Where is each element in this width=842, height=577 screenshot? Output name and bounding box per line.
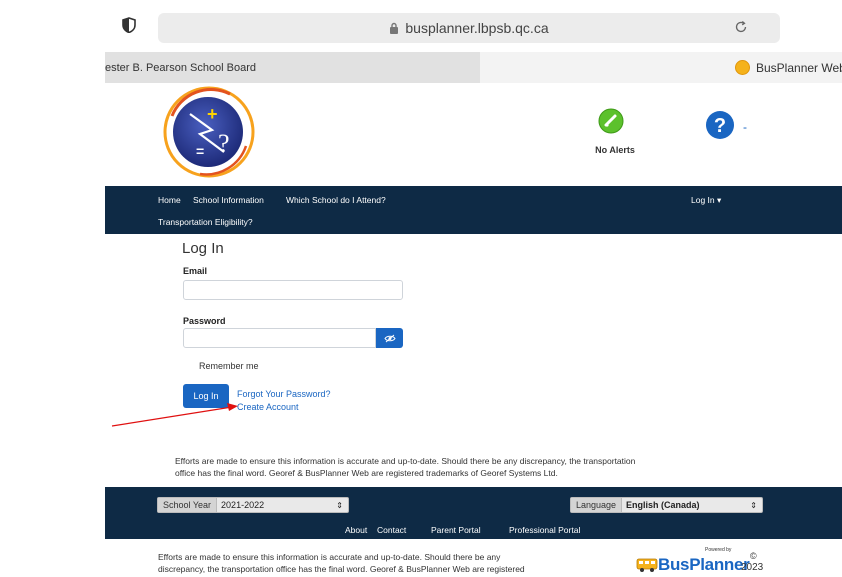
main-nav: Home School Information Which School do … <box>105 186 842 234</box>
bottom-disclaimer-line-1: Efforts are made to ensure this informat… <box>158 552 501 562</box>
tab-busplanner-label: BusPlanner Web <box>756 60 842 75</box>
nav-login-menu[interactable]: Log In ▾ <box>691 195 721 206</box>
help-dropdown[interactable]: - <box>743 120 747 134</box>
url-display[interactable]: busplanner.lbpsb.qc.ca <box>158 13 780 43</box>
password-label: Password <box>183 316 226 326</box>
email-input[interactable] <box>183 280 403 300</box>
tab-lbpsb-label: ester B. Pearson School Board <box>105 61 257 74</box>
school-bus-icon <box>636 558 658 572</box>
shield-icon[interactable] <box>122 17 136 33</box>
copyright-symbol: © <box>750 551 757 561</box>
school-year-label: School Year <box>158 498 218 512</box>
disclaimer-line-2: office has the final word. Georef & BusP… <box>175 468 558 478</box>
svg-text:?: ? <box>218 129 230 158</box>
disclaimer-text: Efforts are made to ensure this informat… <box>175 455 765 479</box>
select-arrows-icon: ⇕ <box>336 500 343 510</box>
lock-icon <box>390 22 399 34</box>
disclaimer-line-1: Efforts are made to ensure this informat… <box>175 456 636 466</box>
svg-text:+: + <box>207 104 218 124</box>
select-arrows-icon: ⇕ <box>750 500 757 510</box>
nav-school-information[interactable]: School Information <box>193 195 264 205</box>
bottom-disclaimer: Efforts are made to ensure this informat… <box>158 551 598 575</box>
tab-busplanner[interactable]: BusPlanner Web <box>735 52 842 83</box>
toggle-password-button[interactable] <box>376 328 403 348</box>
footer-link-parent-portal[interactable]: Parent Portal <box>431 525 481 535</box>
check-icon[interactable] <box>598 108 624 134</box>
page-title: Log In <box>182 240 224 257</box>
alert-status: No Alerts <box>595 145 635 155</box>
reload-icon[interactable] <box>734 20 748 34</box>
busplanner-logo[interactable]: BusPlanner <box>636 555 750 575</box>
annotation-arrow-icon <box>111 403 238 427</box>
eye-slash-icon <box>383 334 396 342</box>
remember-me-checkbox[interactable]: Remember me <box>199 361 259 371</box>
email-label: Email <box>183 266 208 276</box>
school-year-select[interactable]: School Year 2021-2022 ⇕ <box>157 497 349 513</box>
help-icon[interactable]: ? <box>705 110 735 140</box>
url-text: busplanner.lbpsb.qc.ca <box>405 20 549 36</box>
nav-home[interactable]: Home <box>158 195 181 205</box>
nav-transportation-eligibility[interactable]: Transportation Eligibility? <box>158 217 253 227</box>
busplanner-brand: BusPlanner <box>658 555 750 574</box>
tab-lbpsb[interactable]: ester B. Pearson School Board <box>105 52 480 83</box>
powered-by-label: Powered by <box>705 547 732 553</box>
school-year-value: 2021-2022 <box>221 500 265 510</box>
password-input[interactable] <box>183 328 376 348</box>
copyright-year: 2023 <box>741 562 764 573</box>
footer-link-contact[interactable]: Contact <box>377 525 406 535</box>
language-value: English (Canada) <box>626 500 700 510</box>
school-board-logo[interactable]: + = ? <box>160 86 258 178</box>
language-select[interactable]: Language English (Canada) ⇕ <box>570 497 763 513</box>
footer-link-about[interactable]: About <box>345 525 367 535</box>
remember-me-label: Remember me <box>199 361 259 371</box>
busplanner-favicon-icon <box>735 60 750 75</box>
svg-text:?: ? <box>714 115 726 137</box>
footer-link-professional-portal[interactable]: Professional Portal <box>509 525 580 535</box>
bottom-disclaimer-line-2: discrepancy, the transportation office h… <box>158 564 525 574</box>
language-label: Language <box>571 498 623 512</box>
address-bar[interactable]: busplanner.lbpsb.qc.ca <box>158 13 780 43</box>
forgot-password-link[interactable]: Forgot Your Password? <box>237 389 331 399</box>
nav-which-school[interactable]: Which School do I Attend? <box>286 195 386 205</box>
svg-text:=: = <box>196 143 204 159</box>
